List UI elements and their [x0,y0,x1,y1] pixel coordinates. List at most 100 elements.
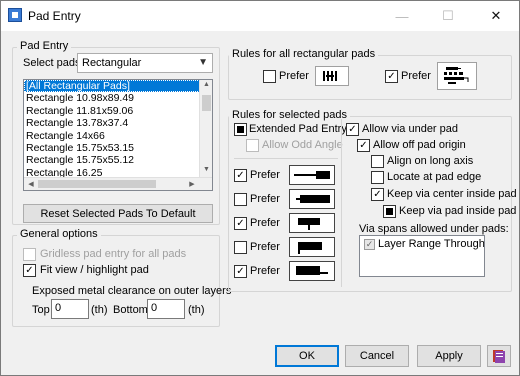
pad-pattern-row-3[interactable] [289,213,335,233]
extended-pad-entry-checkbox[interactable] [234,123,247,136]
close-button[interactable]: ✕ [473,1,519,31]
pad-pattern-row-1[interactable] [289,165,335,185]
clearance-label: Exposed metal clearance on outer layers [32,285,232,297]
pad-entry-group-label: Pad Entry [17,40,72,52]
keep-via-pad-inside-checkbox[interactable] [383,205,396,218]
extended-pad-entry-label: Extended Pad Entry [249,123,347,135]
list-item[interactable]: Rectangle 15.75x55.12 [24,154,212,166]
locate-pad-edge-checkbox[interactable] [371,171,384,184]
pad-pattern-row-3-icon [298,218,320,230]
allow-off-pad-origin-checkbox[interactable]: ✓ [357,139,370,152]
keep-via-center-checkbox[interactable]: ✓ [371,188,384,201]
select-pads-dropdown[interactable]: Rectangular ▼ [77,53,213,73]
check-icon: ✓ [236,265,245,277]
scroll-down-icon[interactable]: ▼ [200,166,212,173]
select-pads-label: Select pads: [23,57,84,69]
pad-pattern-row-1-icon [294,171,330,179]
align-long-axis-label: Align on long axis [387,155,474,167]
prefer-row-5-checkbox[interactable]: ✓ [234,265,247,278]
pad-pattern-row-4-icon [298,242,322,254]
pad-pattern-row-5[interactable] [289,261,335,281]
pad-pattern-fanout-icon [444,67,469,84]
window-title: Pad Entry [28,9,81,23]
prefer-row-2-checkbox[interactable] [234,193,247,206]
list-item[interactable]: Rectangle 13.78x37.4 [24,117,212,129]
pad-pattern-row-2-icon [296,195,330,203]
scroll-left-icon[interactable]: ◀ [26,180,36,188]
check-icon: ✓ [387,70,396,82]
layer-range-label: Layer Range Through [378,238,485,250]
list-horizontal-scrollbar[interactable]: ◀ ▶ [24,177,212,190]
bottom-clearance-input[interactable]: 0 [147,299,185,319]
prefer-all-2-label: Prefer [401,70,431,82]
pad-entry-dialog: Pad Entry — ☐ ✕ Pad Entry Select pads: R… [0,0,520,376]
pad-pattern-row-4[interactable] [289,237,335,257]
list-item[interactable]: Rectangle 15.75x53.15 [24,142,212,154]
pad-pattern-vias-row[interactable] [315,66,349,86]
reset-pads-button[interactable]: Reset Selected Pads To Default [23,204,213,223]
select-pads-value: Rectangular [82,57,142,69]
top-clearance-input[interactable]: 0 [51,299,89,319]
prefer-row-5-label: Prefer [250,265,280,277]
check-icon: ✓ [373,188,382,200]
keep-via-pad-inside-label: Keep via pad inside pad [399,205,517,217]
maximize-button[interactable]: ☐ [425,1,471,31]
app-icon [8,8,22,22]
prefer-all-1-checkbox[interactable] [263,70,276,83]
check-icon: ✓ [236,217,245,229]
top-label: Top [32,304,50,316]
pad-list[interactable]: [All Rectangular Pads] Rectangle 10.98x8… [23,79,213,191]
scroll-up-icon[interactable]: ▲ [200,81,212,88]
allow-via-under-pad-label: Allow via under pad [362,123,459,135]
help-button[interactable] [487,345,511,367]
locate-pad-edge-label: Locate at pad edge [387,171,482,183]
prefer-row-4-label: Prefer [250,241,280,253]
allow-odd-angle-label: Allow Odd Angle [262,139,343,151]
top-unit-label: (th) [91,304,108,316]
list-item[interactable]: Rectangle 10.98x89.49 [24,92,212,104]
ok-button[interactable]: OK [275,345,339,367]
rules-all-label: Rules for all rectangular pads [229,48,379,60]
check-icon: ✓ [348,123,357,135]
list-item[interactable]: Rectangle 14x66 [24,130,212,142]
minimize-button[interactable]: — [379,1,425,31]
gridless-checkbox[interactable] [23,248,36,261]
check-icon: ✓ [359,139,368,151]
allow-via-under-pad-checkbox[interactable]: ✓ [346,123,359,136]
prefer-all-2-checkbox[interactable]: ✓ [385,70,398,83]
apply-button[interactable]: Apply [417,345,481,367]
help-book-icon [493,350,505,363]
via-spans-list[interactable]: ✓ Layer Range Through [359,235,485,277]
allow-odd-angle-checkbox[interactable] [246,139,259,152]
scroll-right-icon[interactable]: ▶ [187,180,197,188]
allow-off-pad-origin-label: Allow off pad origin [373,139,466,151]
gridless-label: Gridless pad entry for all pads [40,248,187,260]
layer-range-checkbox[interactable]: ✓ [364,239,375,250]
pad-pattern-row-2[interactable] [289,189,335,209]
pad-pattern-vias-row-icon [323,71,337,81]
general-options-label: General options [17,228,101,240]
check-icon: ✓ [365,239,374,249]
cancel-button[interactable]: Cancel [345,345,409,367]
pad-pattern-row-5-icon [296,266,328,275]
prefer-row-3-checkbox[interactable]: ✓ [234,217,247,230]
list-item[interactable]: [All Rectangular Pads] [24,80,212,93]
check-icon: ✓ [236,169,245,181]
list-vertical-scrollbar[interactable]: ▲ ▼ [199,80,212,177]
list-item[interactable]: Rectangle 11.81x59.06 [24,105,212,117]
vertical-scroll-thumb[interactable] [202,95,211,111]
prefer-row-1-checkbox[interactable]: ✓ [234,169,247,182]
separator [234,158,338,159]
bottom-unit-label: (th) [188,304,205,316]
vertical-separator [341,119,342,287]
fit-view-checkbox[interactable]: ✓ [23,264,36,277]
horizontal-scroll-thumb[interactable] [38,180,156,188]
prefer-row-4-checkbox[interactable] [234,241,247,254]
prefer-row-2-label: Prefer [250,193,280,205]
pad-pattern-fanout[interactable] [437,62,477,90]
bottom-label: Bottom [113,304,148,316]
keep-via-center-label: Keep via center inside pad [387,188,517,200]
align-long-axis-checkbox[interactable] [371,155,384,168]
check-icon: ✓ [25,264,34,276]
prefer-row-1-label: Prefer [250,169,280,181]
